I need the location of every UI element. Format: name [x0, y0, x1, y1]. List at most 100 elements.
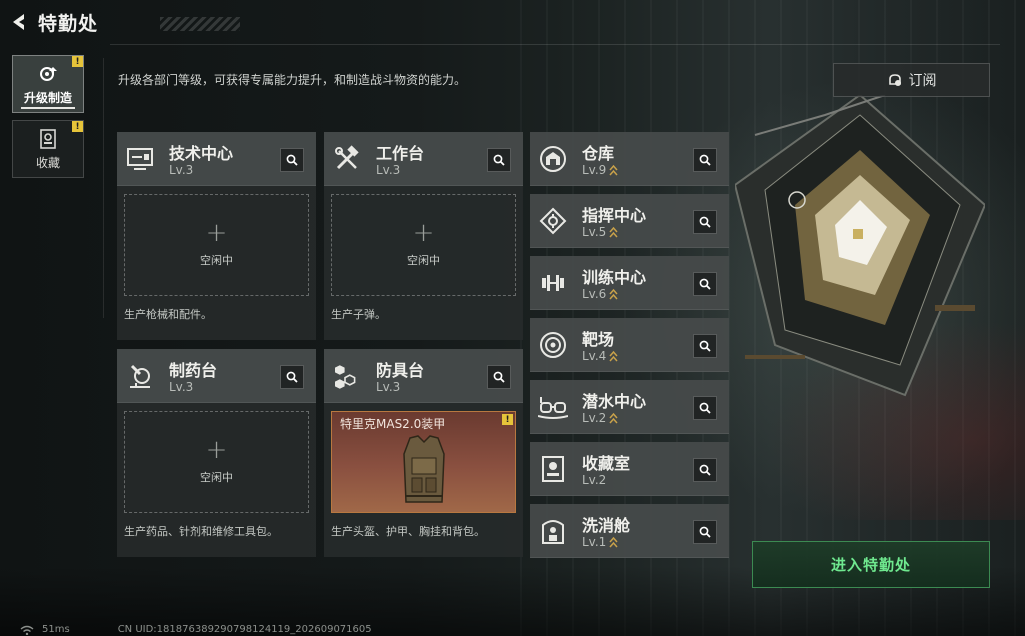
facility-shooting-range[interactable]: 靶场 Lv.4	[530, 318, 729, 372]
facility-level-row: Lv.1	[582, 535, 618, 549]
card-level: Lv.3	[376, 380, 401, 394]
decon-chamber-icon	[538, 516, 568, 546]
facility-level-row: Lv.2	[582, 411, 618, 425]
subscribe-icon	[888, 74, 901, 86]
upgrade-available-icon	[609, 226, 618, 238]
tab-label: 升级制造	[23, 90, 72, 105]
sidebar-divider	[103, 58, 104, 318]
search-button[interactable]	[693, 148, 717, 172]
card-header: 工作台 Lv.3	[324, 132, 523, 186]
upgrade-available-icon	[609, 350, 618, 362]
facility-level: Lv.6	[582, 287, 607, 301]
production-card-workbench: 工作台 Lv.3 + 空闲中 生产子弹。	[324, 132, 523, 340]
header-divider	[110, 44, 1000, 45]
production-slot[interactable]: + 空闲中	[124, 411, 309, 513]
slot-status: 空闲中	[200, 254, 233, 267]
page-title: 特勤处	[38, 12, 99, 35]
production-slot[interactable]: + 空闲中	[331, 194, 516, 296]
command-center-icon	[538, 206, 568, 236]
subscribe-button[interactable]: 订阅	[833, 63, 990, 97]
alert-badge: !	[72, 56, 83, 67]
upgrade-available-icon	[609, 288, 618, 300]
training-center-icon	[538, 268, 568, 298]
facility-title: 指挥中心	[582, 206, 647, 225]
facility-title: 洗消舱	[582, 516, 631, 535]
facility-title: 潜水中心	[582, 392, 647, 411]
search-icon	[286, 371, 298, 383]
facility-training-center[interactable]: 训练中心 Lv.6	[530, 256, 729, 310]
card-level: Lv.3	[169, 380, 194, 394]
search-icon	[699, 340, 711, 352]
pharmacy-icon	[125, 361, 155, 391]
add-icon: +	[412, 218, 435, 248]
search-icon	[699, 464, 711, 476]
add-icon: +	[205, 435, 228, 465]
tech-center-icon	[125, 144, 155, 174]
facility-level: Lv.5	[582, 225, 607, 239]
production-card-tech-center: 技术中心 Lv.3 + 空闲中 生产枪械和配件。	[117, 132, 316, 340]
search-button[interactable]	[487, 148, 511, 172]
wifi-icon	[20, 625, 34, 635]
production-card-armor-bench: 防具台 Lv.3 特里克MAS2.0装甲 ! 生产头盔、护甲、胸挂和背包。	[324, 349, 523, 557]
alert-badge: !	[502, 414, 513, 425]
search-icon	[699, 526, 711, 538]
facility-diving-center[interactable]: 潜水中心 Lv.2	[530, 380, 729, 434]
search-button[interactable]	[693, 210, 717, 234]
headquarters-cube-illustration	[735, 95, 985, 397]
facility-level: Lv.2	[582, 473, 607, 487]
back-button[interactable]	[0, 0, 38, 44]
slot-status: 空闲中	[407, 254, 440, 267]
card-description: 生产子弹。	[331, 308, 386, 321]
card-header: 制药台 Lv.3	[117, 349, 316, 403]
search-button[interactable]	[487, 365, 511, 389]
search-icon	[699, 278, 711, 290]
card-title: 工作台	[376, 144, 425, 163]
facility-warehouse[interactable]: 仓库 Lv.9	[530, 132, 729, 186]
search-button[interactable]	[693, 458, 717, 482]
tab-label: 收藏	[35, 155, 60, 170]
item-name: 特里克MAS2.0装甲	[340, 417, 446, 431]
facility-level-row: Lv.4	[582, 349, 618, 363]
body-armor-image	[403, 435, 445, 503]
upgrade-available-icon	[609, 412, 618, 424]
workbench-icon	[332, 144, 362, 174]
card-level: Lv.3	[169, 163, 194, 177]
alert-badge: !	[72, 121, 83, 132]
search-button[interactable]	[693, 334, 717, 358]
upgrade-available-icon	[609, 164, 618, 176]
search-button[interactable]	[280, 148, 304, 172]
facility-command-center[interactable]: 指挥中心 Lv.5	[530, 194, 729, 248]
title-decoration	[160, 17, 240, 31]
search-icon	[493, 371, 505, 383]
search-button[interactable]	[693, 396, 717, 420]
card-title: 防具台	[376, 361, 425, 380]
card-title: 技术中心	[169, 144, 234, 163]
add-icon: +	[205, 218, 228, 248]
facility-level-row: Lv.2	[582, 473, 606, 487]
production-slot[interactable]: + 空闲中	[124, 194, 309, 296]
search-icon	[699, 216, 711, 228]
facility-title: 靶场	[582, 330, 615, 349]
search-button[interactable]	[693, 272, 717, 296]
card-title: 制药台	[169, 361, 218, 380]
search-button[interactable]	[280, 365, 304, 389]
facility-title: 收藏室	[582, 454, 631, 473]
tab-upgrade-manufacture[interactable]: 升级制造 !	[12, 55, 84, 113]
facility-level: Lv.2	[582, 411, 607, 425]
search-button[interactable]	[693, 520, 717, 544]
card-header: 防具台 Lv.3	[324, 349, 523, 403]
page-description: 升级各部门等级，可获得专属能力提升，和制造战斗物资的能力。	[118, 73, 467, 87]
facility-title: 训练中心	[582, 268, 647, 287]
search-icon	[286, 154, 298, 166]
facility-decon-chamber[interactable]: 洗消舱 Lv.1	[530, 504, 729, 558]
search-icon	[699, 402, 711, 414]
enter-special-ops-button[interactable]: 进入特勤处	[752, 541, 990, 588]
card-header: 技术中心 Lv.3	[117, 132, 316, 186]
facility-level-row: Lv.9	[582, 163, 618, 177]
facility-level-row: Lv.6	[582, 287, 618, 301]
production-slot-occupied[interactable]: 特里克MAS2.0装甲 !	[331, 411, 516, 513]
facility-collection-room[interactable]: 收藏室 Lv.2	[530, 442, 729, 496]
warehouse-icon	[538, 144, 568, 174]
card-description: 生产枪械和配件。	[124, 308, 212, 321]
tab-collection[interactable]: 收藏 !	[12, 120, 84, 178]
